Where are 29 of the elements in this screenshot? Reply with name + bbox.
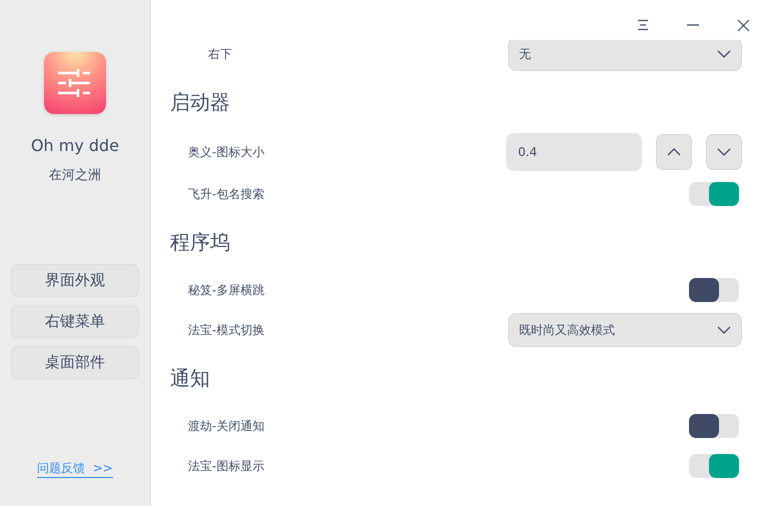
chevron-down-icon xyxy=(717,326,731,334)
setting-label: 秘笈-多屏横跳 xyxy=(188,282,266,299)
chevron-down-icon xyxy=(717,148,731,156)
setting-label: 法宝-图标显示 xyxy=(188,458,266,475)
app-name: Oh my dde xyxy=(30,135,120,157)
setting-label: 渡劫-关闭通知 xyxy=(188,418,266,435)
dropdown[interactable]: 无 xyxy=(508,40,742,71)
setting-label: 飞升-包名搜索 xyxy=(188,186,266,203)
toggle-switch[interactable] xyxy=(689,454,739,478)
sidebar-button[interactable]: 右键菜单 xyxy=(11,304,139,338)
app-logo-icon xyxy=(44,52,106,114)
toggle-switch[interactable] xyxy=(689,182,739,206)
setting-label: 奥义-图标大小 xyxy=(188,144,266,161)
sidebar-button[interactable]: 界面外观 xyxy=(11,264,139,296)
decrement-button[interactable] xyxy=(706,134,742,170)
section-heading: 启动器 xyxy=(169,89,231,116)
app-subtitle: 在河之洲 xyxy=(49,167,101,185)
section-heading: 程序坞 xyxy=(169,229,231,256)
section-heading: 通知 xyxy=(169,365,211,392)
toggle-switch[interactable] xyxy=(689,414,739,438)
chevron-up-icon xyxy=(667,148,681,156)
chevron-down-icon xyxy=(717,50,731,58)
setting-label: 法宝-模式切换 xyxy=(188,322,266,339)
number-field[interactable]: 0.4 xyxy=(506,133,642,171)
increment-button[interactable] xyxy=(656,134,692,170)
sidebar-button[interactable]: 桌面部件 xyxy=(11,346,139,378)
toggle-switch[interactable] xyxy=(689,278,739,302)
dropdown[interactable]: 既时尚又高效模式 xyxy=(508,313,742,347)
setting-label: 右下 xyxy=(208,46,233,63)
